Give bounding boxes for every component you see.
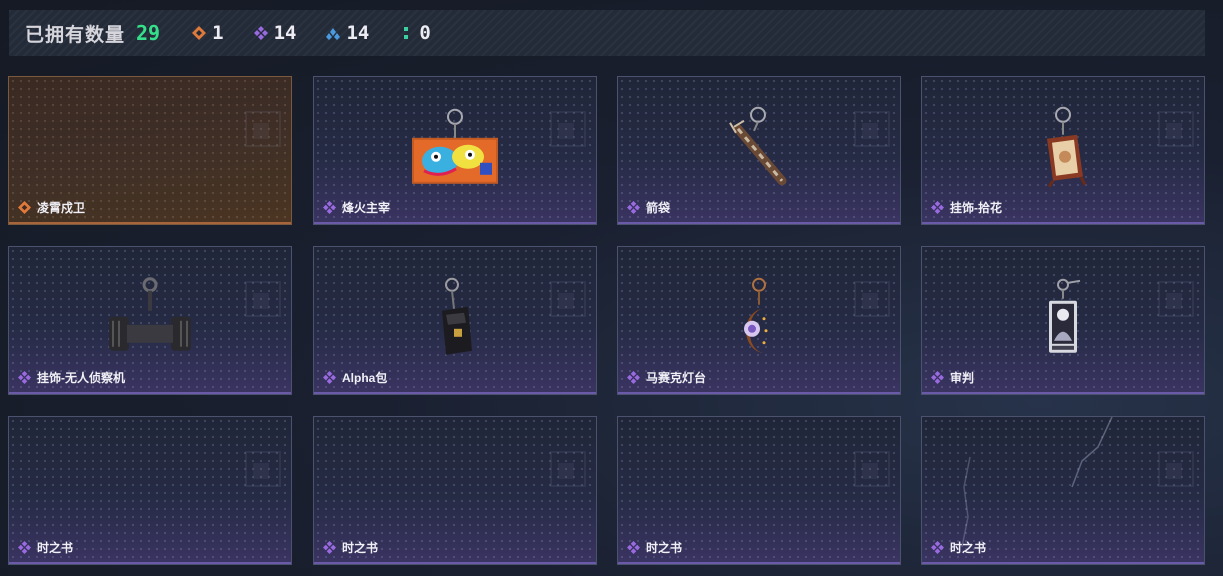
item-card[interactable]: 时之书 [921,416,1205,565]
item-name-row: 烽火主宰 [323,199,390,216]
item-card[interactable]: 马赛克灯台 [617,246,901,395]
rarity-line [314,562,596,564]
item-name-row: 挂饰-无人侦察机 [18,369,125,386]
purple-rarity-icon [323,201,336,214]
item-name: 时之书 [646,541,683,555]
item-name: 烽火主宰 [342,201,391,215]
item-card[interactable]: 箭袋 [617,76,901,225]
card-decoration [558,463,574,479]
purple-rarity-count: 14 [273,22,297,44]
graffiti-pendant-icon [412,108,498,184]
item-name-row: Alpha包 [323,369,387,386]
item-name-row: 时之书 [323,539,378,556]
rarity-line [618,222,900,224]
item-name: 审判 [950,371,975,385]
card-decoration [253,293,269,309]
orange-rarity-count: 1 [212,22,224,44]
collection-summary-bar: 已拥有数量 29 1 14 14 0 [9,10,1205,56]
card-decoration [1166,123,1182,139]
owned-count-value: 29 [136,21,161,45]
item-name: 挂饰-无人侦察机 [37,371,125,385]
item-card[interactable]: 审判 [921,246,1205,395]
frame-pendant-icon [1047,106,1087,188]
item-name-row: 凌霄戍卫 [18,199,85,216]
card-decoration [862,293,878,309]
item-card[interactable]: 烽火主宰 [313,76,597,225]
purple-rarity-icon [18,541,31,554]
quiver-pendant-icon [729,106,787,185]
item-card[interactable]: 时之书 [313,416,597,565]
purple-rarity-icon [931,201,944,214]
item-card[interactable]: 时之书 [617,416,901,565]
item-name-row: 马赛克灯台 [627,369,706,386]
purple-rarity-icon [627,201,640,214]
rarity-line [314,392,596,394]
item-card[interactable]: 时之书 [8,416,292,565]
item-name: Alpha包 [342,371,388,385]
item-name-row: 审判 [931,369,974,386]
blue-rarity-count: 14 [346,22,370,44]
orange-rarity-icon [192,26,207,40]
item-name-row: 挂饰-拾花 [931,199,1002,216]
item-name: 挂饰-拾花 [950,201,1002,215]
blue-rarity-stat: 14 [326,22,369,44]
item-name: 时之书 [342,541,379,555]
drone-pendant-icon [109,276,191,351]
purple-rarity-icon [931,371,944,384]
card-decoration [558,293,574,309]
purple-rarity-icon [323,541,336,554]
rarity-line [922,392,1204,394]
purple-rarity-icon [627,371,640,384]
green-rarity-stat: 0 [399,22,431,44]
item-name-row: 时之书 [627,539,682,556]
bag-pendant-icon [442,277,472,355]
rarity-line [9,392,291,394]
purple-rarity-icon [18,371,31,384]
item-card[interactable]: 挂饰-拾花 [921,76,1205,225]
item-name: 时之书 [37,541,74,555]
item-card[interactable]: 凌霄戍卫 [8,76,292,225]
card-decoration [1166,293,1182,309]
card-decoration [862,123,878,139]
rarity-line [922,562,1204,564]
item-name-row: 时之书 [18,539,73,556]
card-pendant-icon [1049,278,1081,353]
item-name: 马赛克灯台 [646,371,707,385]
rarity-line [618,562,900,564]
item-card[interactable]: 挂饰-无人侦察机 [8,246,292,395]
item-name: 时之书 [950,541,987,555]
green-rarity-icon [404,27,409,39]
item-card[interactable]: Alpha包 [313,246,597,395]
card-decoration [253,123,269,139]
green-rarity-count: 0 [419,22,431,44]
item-name-row: 箭袋 [627,199,670,216]
rarity-line [922,222,1204,224]
item-name: 凌霄戍卫 [37,201,86,215]
card-decoration [253,463,269,479]
purple-rarity-icon [323,371,336,384]
rarity-line [618,392,900,394]
orange-rarity-icon [18,201,31,214]
rarity-line [9,562,291,564]
purple-rarity-icon [627,541,640,554]
blue-rarity-icon [326,28,341,40]
lamp-pendant-icon [744,277,768,353]
purple-rarity-icon [931,541,944,554]
card-decoration [862,463,878,479]
rarity-line [314,222,596,224]
card-decoration [558,123,574,139]
item-name-row: 时之书 [931,539,986,556]
purple-rarity-stat: 14 [253,22,297,44]
orange-rarity-stat: 1 [192,22,224,44]
owned-count-label: 已拥有数量 [25,24,126,46]
purple-rarity-icon [253,26,268,40]
item-name: 箭袋 [646,201,671,215]
rarity-line [9,222,291,224]
